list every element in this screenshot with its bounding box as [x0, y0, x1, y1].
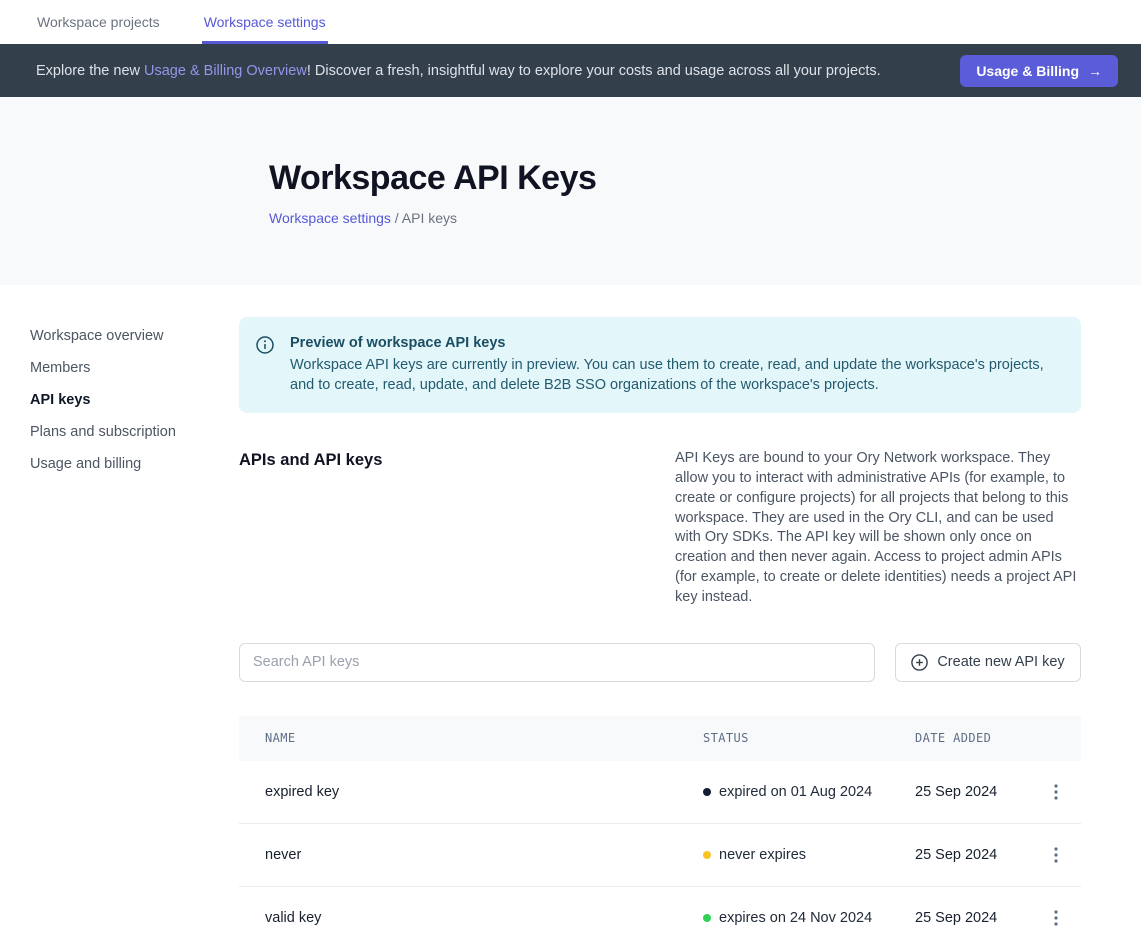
api-key-date-added: 25 Sep 2024: [915, 910, 1030, 926]
banner-usage-billing-link[interactable]: Usage & Billing Overview: [144, 63, 307, 79]
breadcrumb-workspace-settings-link[interactable]: Workspace settings: [269, 210, 391, 226]
column-header-name: NAME: [239, 731, 703, 745]
api-key-name: never: [239, 847, 703, 863]
search-input[interactable]: [239, 643, 875, 682]
status-text: expired on 01 Aug 2024: [719, 784, 872, 800]
info-callout-content: Preview of workspace API keys Workspace …: [290, 335, 1057, 395]
banner-text-before: Explore the new: [36, 63, 144, 79]
plus-circle-icon: [911, 654, 928, 671]
api-key-status: expires on 24 Nov 2024: [703, 910, 915, 926]
column-header-status: STATUS: [703, 731, 915, 745]
top-tab-bar: Workspace projects Workspace settings: [0, 0, 1141, 44]
main-panel: Preview of workspace API keys Workspace …: [239, 285, 1081, 940]
section-description: API Keys are bound to your Ory Network w…: [675, 449, 1081, 608]
api-key-date-added: 25 Sep 2024: [915, 784, 1030, 800]
kebab-menu-icon[interactable]: [1044, 843, 1068, 867]
status-text: expires on 24 Nov 2024: [719, 910, 872, 926]
sidebar-item-workspace-overview[interactable]: Workspace overview: [30, 320, 239, 352]
info-callout-body: Workspace API keys are currently in prev…: [290, 355, 1057, 395]
breadcrumb: Workspace settings / API keys: [269, 210, 1141, 226]
kebab-menu-icon[interactable]: [1044, 906, 1068, 930]
api-keys-table: NAME STATUS DATE ADDED expired key expir…: [239, 716, 1081, 940]
api-key-name: expired key: [239, 784, 703, 800]
sidebar-item-members[interactable]: Members: [30, 352, 239, 384]
sidebar-item-api-keys[interactable]: API keys: [30, 384, 239, 416]
arrow-right-icon: →: [1088, 63, 1102, 79]
banner-text-after: ! Discover a fresh, insightful way to ex…: [307, 63, 881, 79]
api-key-status: expired on 01 Aug 2024: [703, 784, 915, 800]
banner-message: Explore the new Usage & Billing Overview…: [36, 63, 881, 79]
api-keys-section-header: APIs and API keys API Keys are bound to …: [239, 449, 1081, 608]
preview-info-callout: Preview of workspace API keys Workspace …: [239, 317, 1081, 413]
tab-workspace-projects[interactable]: Workspace projects: [35, 0, 162, 44]
api-key-date-added: 25 Sep 2024: [915, 847, 1030, 863]
table-header-row: NAME STATUS DATE ADDED: [239, 716, 1081, 761]
usage-billing-button-label: Usage & Billing: [976, 63, 1079, 79]
status-text: never expires: [719, 847, 806, 863]
status-dot-icon: [703, 914, 711, 922]
table-controls: Create new API key: [239, 643, 1081, 682]
sidebar-item-usage-and-billing[interactable]: Usage and billing: [30, 448, 239, 480]
status-dot-icon: [703, 851, 711, 859]
page-header: Workspace API Keys Workspace settings / …: [0, 97, 1141, 285]
table-row: valid key expires on 24 Nov 2024 25 Sep …: [239, 887, 1081, 940]
create-api-key-button-label: Create new API key: [937, 654, 1064, 670]
sidebar-item-plans-and-subscription[interactable]: Plans and subscription: [30, 416, 239, 448]
settings-sidebar: Workspace overview Members API keys Plan…: [0, 285, 239, 940]
info-circle-icon: [256, 335, 274, 395]
content-area: Workspace overview Members API keys Plan…: [0, 285, 1141, 940]
table-row: expired key expired on 01 Aug 2024 25 Se…: [239, 761, 1081, 824]
tab-workspace-settings[interactable]: Workspace settings: [202, 0, 328, 44]
kebab-menu-icon[interactable]: [1044, 780, 1068, 804]
page-title: Workspace API Keys: [269, 159, 1141, 198]
info-callout-title: Preview of workspace API keys: [290, 335, 1057, 351]
announcement-banner: Explore the new Usage & Billing Overview…: [0, 44, 1141, 97]
create-api-key-button[interactable]: Create new API key: [895, 643, 1081, 682]
column-header-date-added: DATE ADDED: [915, 731, 1030, 745]
api-key-status: never expires: [703, 847, 915, 863]
section-heading: APIs and API keys: [239, 449, 382, 608]
breadcrumb-current: / API keys: [391, 210, 457, 226]
api-key-name: valid key: [239, 910, 703, 926]
table-row: never never expires 25 Sep 2024: [239, 824, 1081, 887]
status-dot-icon: [703, 788, 711, 796]
usage-billing-button[interactable]: Usage & Billing →: [960, 55, 1118, 87]
